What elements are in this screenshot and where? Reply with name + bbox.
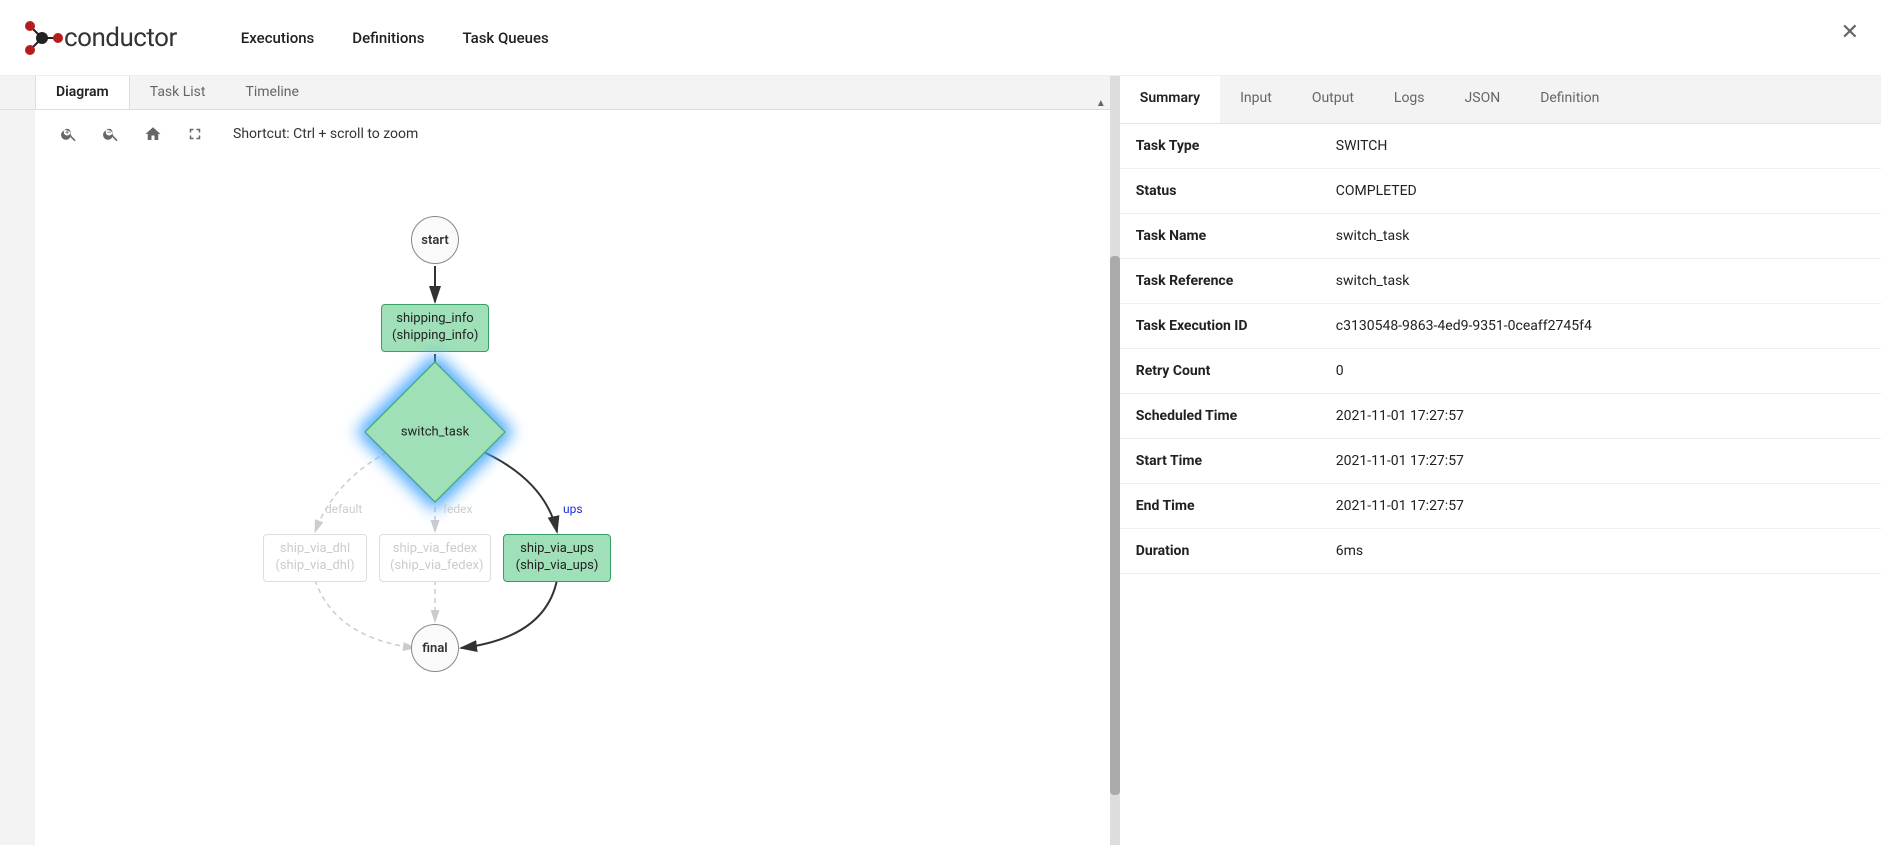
- value-task-name: switch_task: [1320, 214, 1881, 259]
- node-ups-l2: (ship_via_ups): [514, 558, 600, 575]
- app-header: conductor Executions Definitions Task Qu…: [0, 0, 1881, 76]
- edge-label-default: default: [325, 502, 362, 516]
- label-task-reference: Task Reference: [1120, 259, 1320, 304]
- nav-executions[interactable]: Executions: [237, 21, 318, 55]
- tab-summary[interactable]: Summary: [1120, 76, 1220, 123]
- label-status: Status: [1120, 169, 1320, 214]
- label-task-name: Task Name: [1120, 214, 1320, 259]
- node-fedex-l2: (ship_via_fedex): [390, 558, 480, 575]
- value-end-time: 2021-11-01 17:27:57: [1320, 484, 1881, 529]
- left-pane: Diagram Task List Timeline ▲ Shortcut: C: [0, 76, 1110, 845]
- nav-definitions[interactable]: Definitions: [348, 21, 428, 55]
- node-ship-via-dhl[interactable]: ship_via_dhl (ship_via_dhl): [263, 534, 367, 582]
- left-tabs: Diagram Task List Timeline ▲: [0, 76, 1110, 110]
- tab-logs[interactable]: Logs: [1374, 76, 1445, 123]
- node-switch-task[interactable]: switch_task: [385, 382, 485, 482]
- value-task-type: SWITCH: [1320, 124, 1881, 169]
- node-ship-via-fedex[interactable]: ship_via_fedex (ship_via_fedex): [379, 534, 491, 582]
- label-start-time: Start Time: [1120, 439, 1320, 484]
- shortcut-hint: Shortcut: Ctrl + scroll to zoom: [233, 126, 418, 142]
- node-start[interactable]: start: [411, 216, 459, 264]
- tab-output[interactable]: Output: [1292, 76, 1374, 123]
- home-icon[interactable]: [143, 124, 163, 144]
- diagram-canvas[interactable]: start shipping_info (shipping_info) swit…: [35, 158, 1110, 845]
- tab-input[interactable]: Input: [1220, 76, 1292, 123]
- row-start-time: Start Time 2021-11-01 17:27:57: [1120, 439, 1881, 484]
- edge-label-fedex: fedex: [443, 502, 472, 516]
- row-task-type: Task Type SWITCH: [1120, 124, 1881, 169]
- row-status: Status COMPLETED: [1120, 169, 1881, 214]
- brand-text: conductor: [64, 23, 177, 53]
- edge-label-ups: ups: [563, 502, 583, 516]
- row-task-name: Task Name switch_task: [1120, 214, 1881, 259]
- label-retry-count: Retry Count: [1120, 349, 1320, 394]
- collapse-caret-icon[interactable]: ▲: [1096, 98, 1106, 109]
- value-retry-count: 0: [1320, 349, 1881, 394]
- main-nav: Executions Definitions Task Queues: [237, 21, 553, 55]
- node-dhl-l2: (ship_via_dhl): [274, 558, 356, 575]
- nav-task-queues[interactable]: Task Queues: [458, 21, 552, 55]
- zoom-in-icon[interactable]: [59, 124, 79, 144]
- node-shipping-info-l1: shipping_info: [392, 311, 478, 328]
- node-final[interactable]: final: [411, 624, 459, 672]
- row-task-reference: Task Reference switch_task: [1120, 259, 1881, 304]
- tab-timeline[interactable]: Timeline: [225, 76, 318, 109]
- diagram-toolbar: Shortcut: Ctrl + scroll to zoom: [35, 110, 1110, 158]
- node-ship-via-ups[interactable]: ship_via_ups (ship_via_ups): [503, 534, 611, 582]
- row-duration: Duration 6ms: [1120, 529, 1881, 574]
- value-status: COMPLETED: [1320, 169, 1881, 214]
- detail-tabs: Summary Input Output Logs JSON Definitio…: [1120, 76, 1881, 124]
- node-dhl-l1: ship_via_dhl: [274, 541, 356, 558]
- tab-definition[interactable]: Definition: [1520, 76, 1619, 123]
- tab-json[interactable]: JSON: [1445, 76, 1521, 123]
- node-fedex-l1: ship_via_fedex: [390, 541, 480, 558]
- tab-task-list[interactable]: Task List: [130, 76, 226, 109]
- value-start-time: 2021-11-01 17:27:57: [1320, 439, 1881, 484]
- label-duration: Duration: [1120, 529, 1320, 574]
- node-shipping-info[interactable]: shipping_info (shipping_info): [381, 304, 489, 352]
- label-scheduled-time: Scheduled Time: [1120, 394, 1320, 439]
- diagram-canvas-wrap: Shortcut: Ctrl + scroll to zoom: [35, 110, 1110, 845]
- fullscreen-icon[interactable]: [185, 124, 205, 144]
- node-switch-task-label: switch_task: [401, 425, 469, 440]
- close-icon[interactable]: ✕: [1841, 20, 1859, 45]
- row-retry-count: Retry Count 0: [1120, 349, 1881, 394]
- node-shipping-info-l2: (shipping_info): [392, 328, 478, 345]
- row-end-time: End Time 2021-11-01 17:27:57: [1120, 484, 1881, 529]
- brand-logo[interactable]: conductor: [20, 16, 177, 60]
- pane-resizer[interactable]: [1110, 76, 1120, 845]
- value-scheduled-time: 2021-11-01 17:27:57: [1320, 394, 1881, 439]
- value-task-reference: switch_task: [1320, 259, 1881, 304]
- conductor-logo-icon: [20, 16, 64, 60]
- label-task-execution-id: Task Execution ID: [1120, 304, 1320, 349]
- summary-table: Task Type SWITCH Status COMPLETED Task N…: [1120, 124, 1881, 574]
- row-task-execution-id: Task Execution ID c3130548-9863-4ed9-935…: [1120, 304, 1881, 349]
- label-end-time: End Time: [1120, 484, 1320, 529]
- main-content: Diagram Task List Timeline ▲ Shortcut: C: [0, 76, 1881, 845]
- label-task-type: Task Type: [1120, 124, 1320, 169]
- node-start-label: start: [421, 233, 448, 248]
- node-ups-l1: ship_via_ups: [514, 541, 600, 558]
- value-task-execution-id: c3130548-9863-4ed9-9351-0ceaff2745f4: [1320, 304, 1881, 349]
- node-final-label: final: [422, 641, 447, 656]
- tab-diagram[interactable]: Diagram: [35, 76, 130, 109]
- row-scheduled-time: Scheduled Time 2021-11-01 17:27:57: [1120, 394, 1881, 439]
- value-duration: 6ms: [1320, 529, 1881, 574]
- zoom-out-icon[interactable]: [101, 124, 121, 144]
- right-pane: Summary Input Output Logs JSON Definitio…: [1120, 76, 1881, 845]
